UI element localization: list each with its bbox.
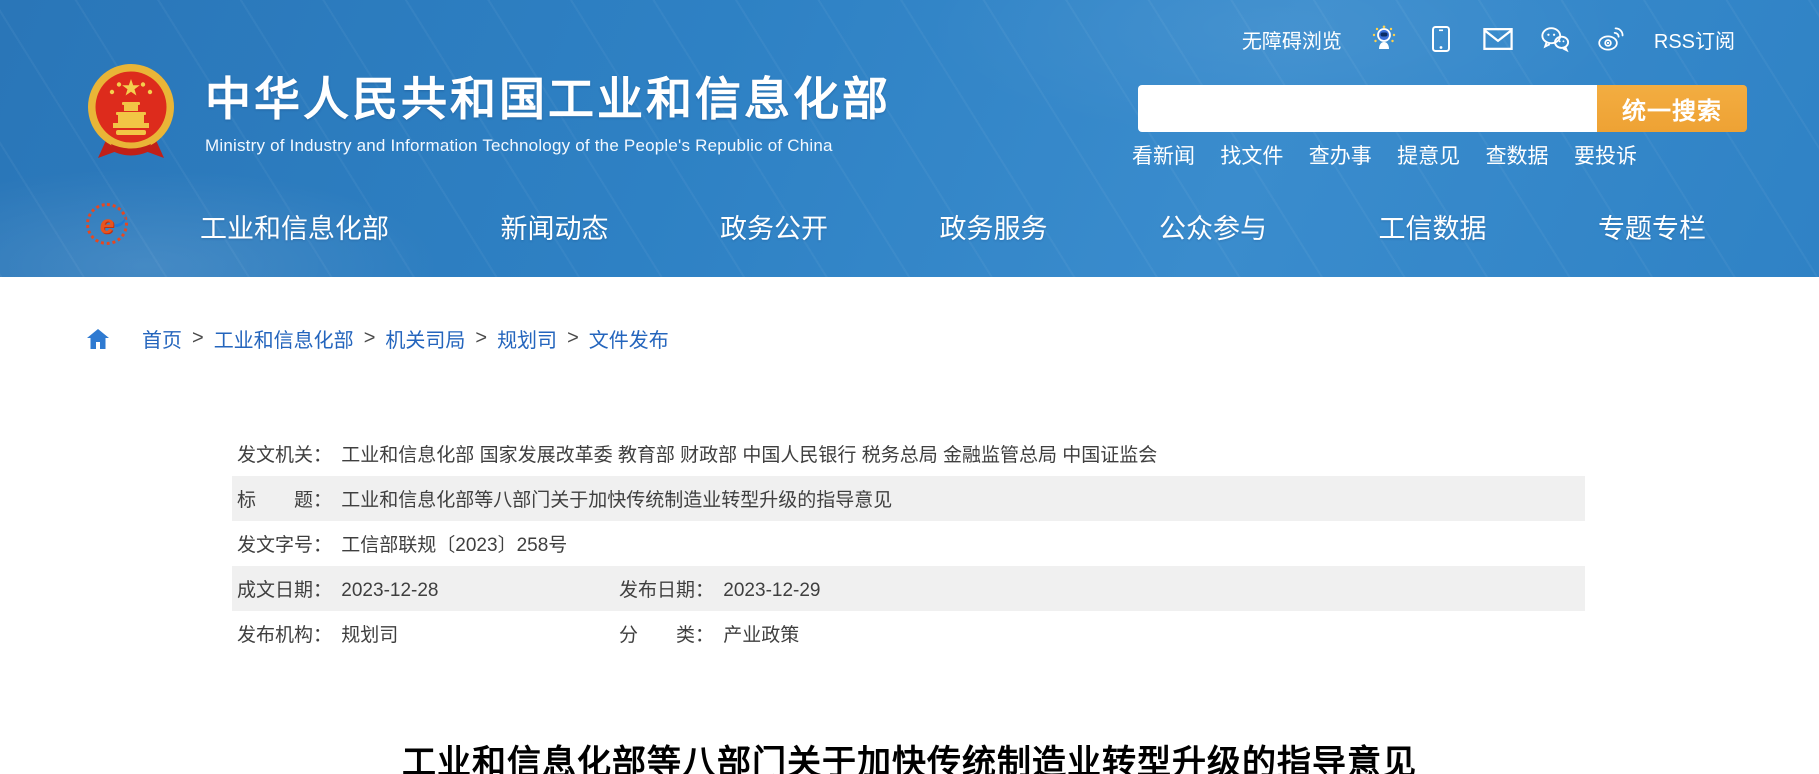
breadcrumb: 首页 > 工业和信息化部 > 机关司局 > 规划司 > [86,324,669,353]
quick-link[interactable]: 找文件 [1220,140,1283,170]
brand-text: 中华人民共和国工业和信息化部 Ministry of Industry and … [205,58,891,166]
breadcrumb-item[interactable]: 机关司局 [385,324,465,353]
doc-meta-value: 2023-12-29 [723,580,820,601]
doc-meta-row: 发文字号： 工信部联规〔2023〕258号 [232,521,1585,566]
doc-meta-value: 工业和信息化部 国家发展改革委 教育部 财政部 中国人民银行 税务总局 金融监管… [341,445,1157,466]
doc-meta-cell: 成文日期： 2023-12-28 [237,575,619,602]
doc-meta-cell: 发布机构： 规划司 [237,620,619,647]
breadcrumb-separator: > [475,327,487,350]
miit-e-logo-icon: e [86,203,128,245]
doc-meta-value: 规划司 [341,625,398,646]
national-emblem-icon [85,58,177,166]
nav-item[interactable]: 工业和信息化部 [200,207,389,246]
home-icon[interactable] [86,328,110,350]
doc-meta-cell: 分 类： 产业政策 [619,620,799,647]
doc-meta-label: 发文机关： [237,440,332,467]
nav-item[interactable]: 政务公开 [720,207,828,246]
weibo-icon[interactable] [1597,24,1627,54]
breadcrumb-separator: > [364,327,376,350]
doc-meta-label: 成文日期： [237,575,332,602]
main-nav: 工业和信息化部 新闻动态 政务公开 政务服务 公众参与 工信数据 专题专栏 [200,207,1706,246]
site-title: 中华人民共和国工业和信息化部 [205,76,891,122]
quick-links: 看新闻 找文件 查办事 提意见 查数据 要投诉 [1132,140,1637,170]
breadcrumb-item[interactable]: 工业和信息化部 [214,324,354,353]
doc-meta-label: 发布机构： [237,620,332,647]
quick-link[interactable]: 看新闻 [1132,140,1195,170]
doc-meta-label: 分 类： [619,620,714,647]
nav-item[interactable]: 新闻动态 [501,207,609,246]
breadcrumb-separator: > [567,327,579,350]
quick-link[interactable]: 提意见 [1397,140,1460,170]
search-bar: 统一搜索 [1138,85,1747,132]
accessibility-link[interactable]: 无障碍浏览 [1242,25,1342,54]
doc-meta-cell [619,488,623,510]
search-button[interactable]: 统一搜索 [1597,85,1747,132]
mobile-icon[interactable] [1426,24,1456,54]
doc-meta-row: 成文日期： 2023-12-28 发布日期： 2023-12-29 [232,566,1585,611]
doc-meta-value: 工信部联规〔2023〕258号 [341,535,567,556]
site-masthead-link[interactable]: 中华人民共和国工业和信息化部 Ministry of Industry and … [85,58,891,166]
breadcrumb-item[interactable]: 文件发布 [589,324,669,353]
search-input[interactable] [1138,85,1597,132]
doc-meta-cell [619,443,623,465]
article-title: 工业和信息化部等八部门关于加快传统制造业转型升级的指导意见 [0,735,1819,774]
page: 无障碍浏览 [0,0,1819,774]
breadcrumb-item[interactable]: 首页 [142,324,182,353]
doc-meta-label: 标 题： [237,485,332,512]
site-subtitle: Ministry of Industry and Information Tec… [205,136,891,156]
nav-item[interactable]: 公众参与 [1159,207,1267,246]
masthead: 无障碍浏览 [0,0,1819,277]
rss-link[interactable]: RSS订阅 [1654,25,1735,54]
nav-item[interactable]: 政务服务 [940,207,1048,246]
doc-meta-row: 发文机关： 工业和信息化部 国家发展改革委 教育部 财政部 中国人民银行 税务总… [232,431,1585,476]
doc-meta-row: 发布机构： 规划司 分 类： 产业政策 [232,611,1585,656]
quick-link[interactable]: 查数据 [1486,140,1549,170]
doc-meta-label: 发布日期： [619,575,714,602]
doc-meta-value: 2023-12-28 [341,580,438,601]
doc-meta-value: 工业和信息化部等八部门关于加快传统制造业转型升级的指导意见 [341,490,892,511]
doc-meta-cell: 标 题： 工业和信息化部等八部门关于加快传统制造业转型升级的指导意见 [237,485,619,512]
doc-meta-row: 标 题： 工业和信息化部等八部门关于加快传统制造业转型升级的指导意见 [232,476,1585,521]
breadcrumb-item[interactable]: 规划司 [497,324,557,353]
wechat-icon[interactable] [1540,24,1570,54]
doc-meta-label: 发文字号： [237,530,332,557]
topbar: 无障碍浏览 [1242,24,1735,54]
ai-assistant-icon[interactable] [1369,24,1399,54]
quick-link[interactable]: 要投诉 [1574,140,1637,170]
nav-item[interactable]: 工信数据 [1379,207,1487,246]
doc-meta-cell: 发文机关： 工业和信息化部 国家发展改革委 教育部 财政部 中国人民银行 税务总… [237,440,619,467]
doc-meta-table: 发文机关： 工业和信息化部 国家发展改革委 教育部 财政部 中国人民银行 税务总… [232,431,1585,656]
nav-item[interactable]: 专题专栏 [1598,207,1706,246]
mail-icon[interactable] [1483,24,1513,54]
doc-meta-cell [619,533,623,555]
doc-meta-cell: 发文字号： 工信部联规〔2023〕258号 [237,530,619,557]
quick-link[interactable]: 查办事 [1309,140,1372,170]
doc-meta-cell: 发布日期： 2023-12-29 [619,575,821,602]
breadcrumb-separator: > [192,327,204,350]
doc-meta-value: 产业政策 [723,625,799,646]
